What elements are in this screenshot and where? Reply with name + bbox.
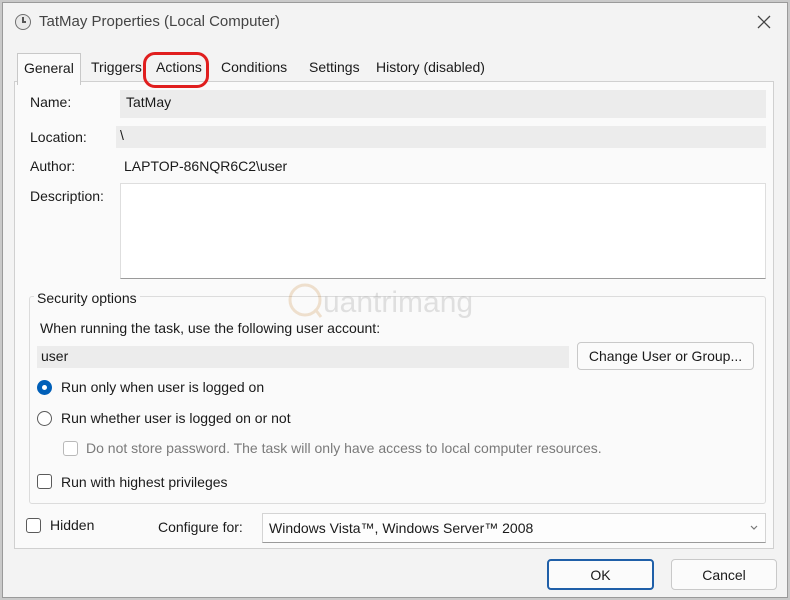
author-label: Author:: [30, 158, 76, 174]
close-icon: [757, 15, 771, 29]
configure-for-select[interactable]: Windows Vista™, Windows Server™ 2008: [262, 513, 766, 543]
tab-settings[interactable]: Settings: [309, 59, 360, 75]
location-label: Location:: [30, 129, 87, 145]
window-title: TatMay Properties (Local Computer): [39, 13, 280, 30]
title-bar: TatMay Properties (Local Computer): [3, 3, 787, 41]
actions-tab-highlight: [143, 52, 209, 88]
clock-icon: [15, 14, 31, 30]
highest-privileges-label[interactable]: Run with highest privileges: [61, 474, 228, 490]
run-whether-radio[interactable]: [37, 411, 52, 426]
name-label: Name:: [30, 94, 72, 110]
description-label: Description:: [30, 188, 104, 204]
run-logged-on-label[interactable]: Run only when user is logged on: [61, 379, 264, 395]
watermark-text: uantrimang: [323, 286, 473, 319]
no-store-password-checkbox[interactable]: [63, 441, 78, 456]
hidden-checkbox[interactable]: [26, 518, 41, 533]
highest-privileges-checkbox[interactable]: [37, 474, 52, 489]
watermark-logo: uantrimang: [288, 283, 473, 319]
name-field[interactable]: TatMay: [120, 90, 766, 118]
security-options-legend: Security options: [34, 290, 140, 306]
author-value: LAPTOP-86NQR6C2\user: [124, 158, 288, 174]
location-field: \: [116, 126, 766, 148]
cancel-button[interactable]: Cancel: [671, 559, 777, 590]
tab-conditions[interactable]: Conditions: [221, 59, 287, 75]
hidden-label[interactable]: Hidden: [50, 517, 94, 533]
tab-general[interactable]: General: [17, 53, 81, 85]
description-textarea[interactable]: [120, 183, 766, 279]
tab-history[interactable]: History (disabled): [376, 59, 485, 75]
tab-triggers[interactable]: Triggers: [91, 59, 142, 75]
run-logged-on-radio[interactable]: [37, 380, 52, 395]
tab-strip: General Triggers Actions Conditions Sett…: [17, 53, 777, 85]
configure-for-value: Windows Vista™, Windows Server™ 2008: [269, 520, 534, 536]
user-account-field: user: [37, 346, 569, 368]
chevron-down-icon: [750, 525, 758, 530]
configure-for-label: Configure for:: [158, 519, 243, 535]
close-button[interactable]: [749, 7, 779, 37]
run-whether-label[interactable]: Run whether user is logged on or not: [61, 410, 291, 426]
ok-button[interactable]: OK: [547, 559, 654, 590]
no-store-password-label: Do not store password. The task will onl…: [86, 440, 602, 456]
change-user-button[interactable]: Change User or Group...: [577, 342, 754, 370]
